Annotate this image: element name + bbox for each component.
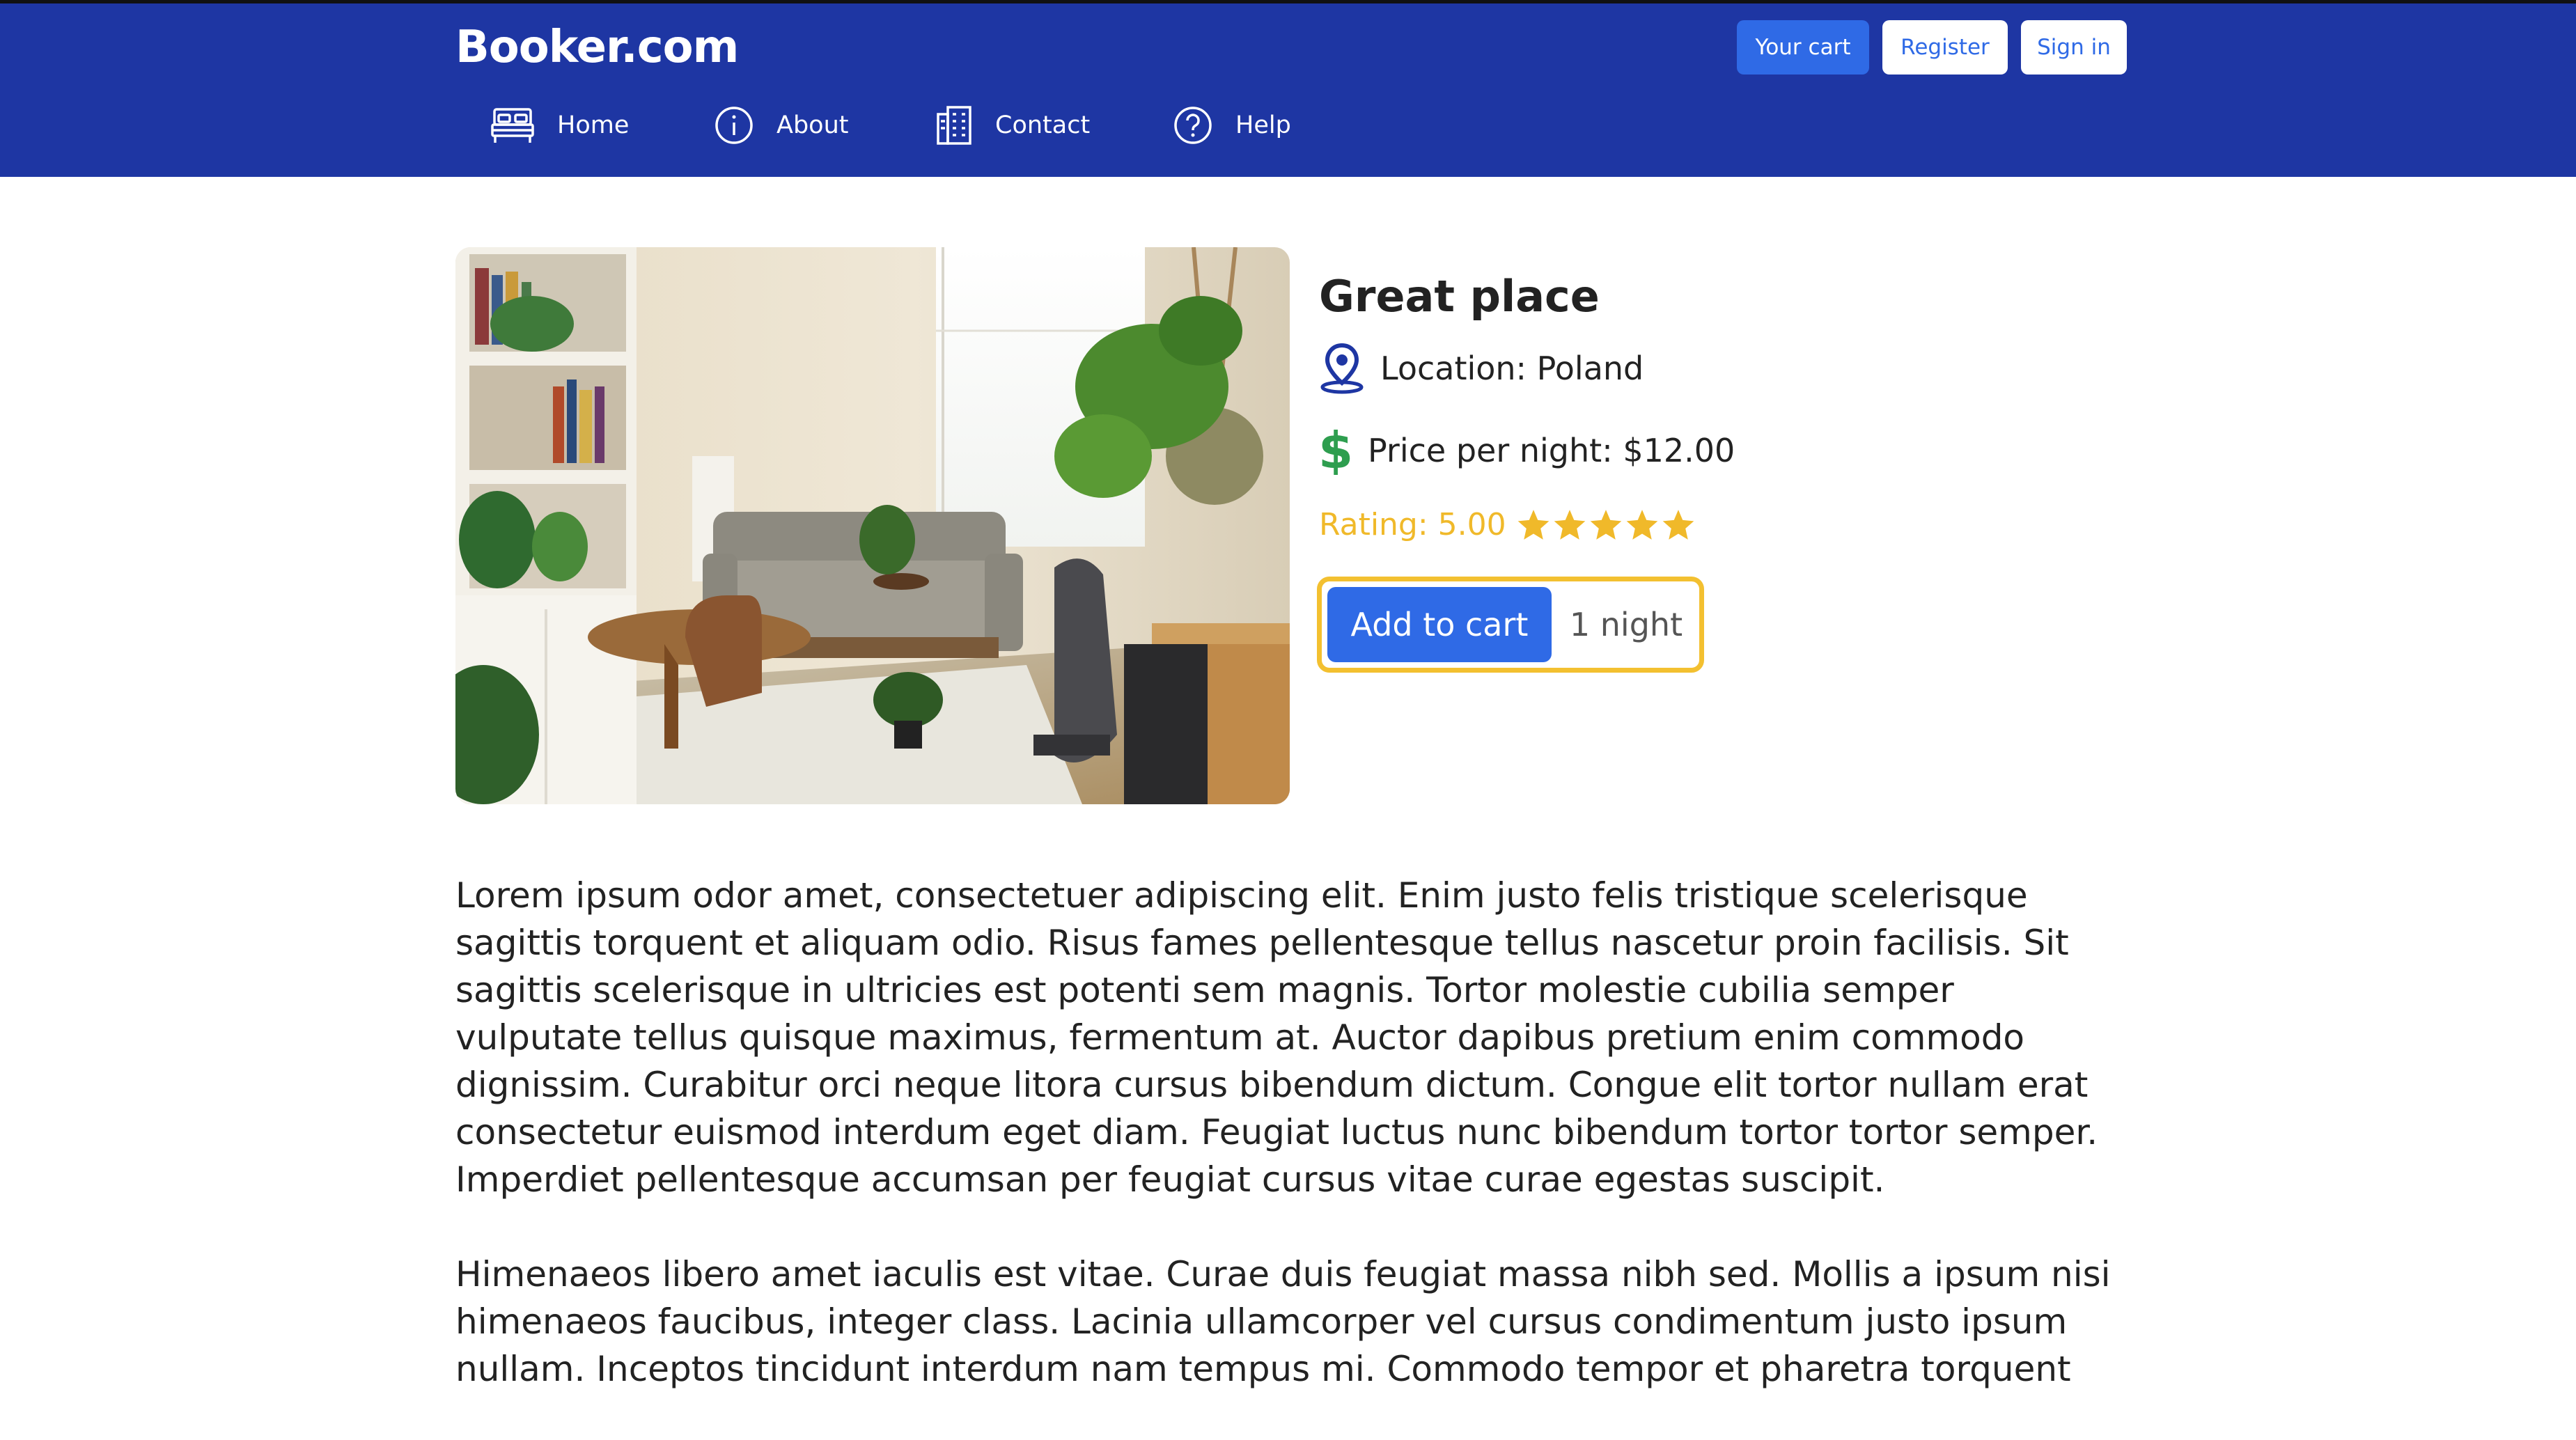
description-paragraph: Himenaeos libero amet iaculis est vitae.… xyxy=(455,1254,2111,1389)
bed-icon xyxy=(491,108,534,143)
star-icon xyxy=(1517,509,1549,540)
listing-title: Great place xyxy=(1319,271,1600,322)
svg-text:$: $ xyxy=(1319,426,1352,475)
price-row: $ Price per night: $12.00 xyxy=(1319,426,1735,475)
add-to-cart-button[interactable]: Add to cart xyxy=(1327,587,1552,662)
living-room-photo xyxy=(455,247,1290,804)
price-text: Price per night: $12.00 xyxy=(1368,432,1735,469)
star-icon xyxy=(1590,509,1621,540)
nav-about[interactable]: About xyxy=(714,101,848,150)
site-header: Booker.com Your cart Register Sign in Ho… xyxy=(0,3,2576,177)
listing-photo xyxy=(455,247,1290,804)
question-icon xyxy=(1174,107,1212,144)
location-row: Location: Poland xyxy=(1319,343,1644,394)
nav-help[interactable]: Help xyxy=(1173,101,1291,150)
brand-logo[interactable]: Booker.com xyxy=(455,22,739,73)
rating-text: Rating: 5.00 xyxy=(1319,507,1506,542)
location-text: Location: Poland xyxy=(1380,350,1644,387)
star-icon xyxy=(1626,509,1657,540)
nav-home-label: Home xyxy=(557,111,630,139)
rating-stars xyxy=(1516,508,1697,542)
add-to-cart-group: Add to cart 1 night xyxy=(1317,577,1704,673)
rating-row: Rating: 5.00 xyxy=(1319,507,1697,542)
building-icon xyxy=(937,106,971,145)
description: Lorem ipsum odor amet, consectetuer adip… xyxy=(455,872,2127,1440)
star-icon xyxy=(1662,509,1694,540)
nav-home[interactable]: Home xyxy=(490,101,629,150)
nav-contact-label: Contact xyxy=(995,111,1091,139)
description-paragraph: Lorem ipsum odor amet, consectetuer adip… xyxy=(455,875,2098,1200)
nav-about-label: About xyxy=(776,111,849,139)
info-icon xyxy=(715,107,753,144)
nav-contact[interactable]: Contact xyxy=(935,101,1090,150)
location-pin-icon xyxy=(1320,343,1364,394)
sign-in-button[interactable]: Sign in xyxy=(2021,20,2127,75)
nights-selector[interactable]: 1 night xyxy=(1559,587,1694,662)
nav-help-label: Help xyxy=(1235,111,1291,139)
your-cart-button[interactable]: Your cart xyxy=(1737,20,1869,75)
star-icon xyxy=(1554,509,1585,540)
register-button[interactable]: Register xyxy=(1882,20,2008,75)
dollar-icon: $ xyxy=(1319,426,1352,475)
